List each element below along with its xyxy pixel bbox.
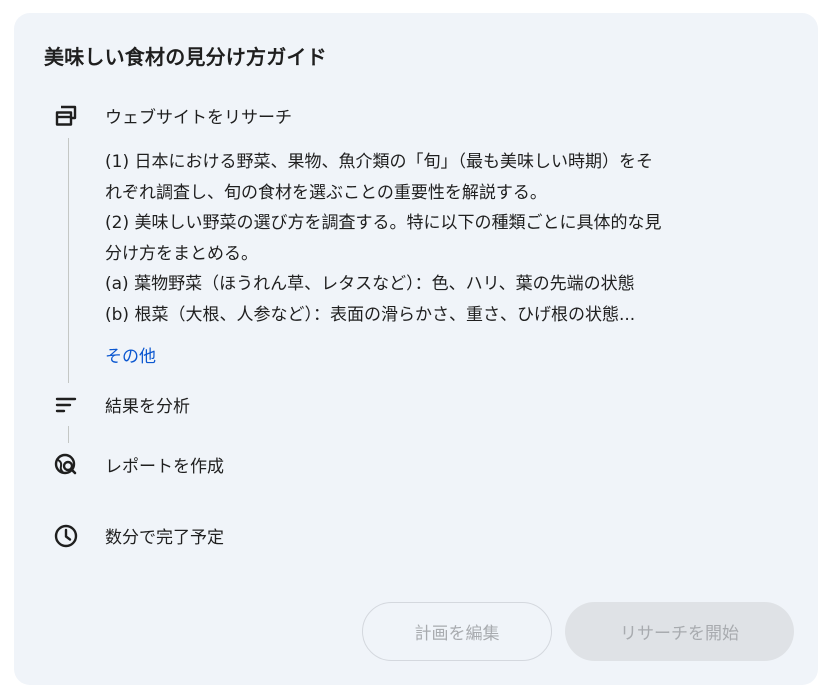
browser-windows-icon — [52, 102, 80, 130]
plan-line: (b) 根菜（大根、人参など）：表面の滑らかさ、重さ、ひげ根の状態... — [105, 304, 636, 325]
plan-line: 分け方をまとめる。 — [105, 243, 258, 264]
analysis-lines-icon — [52, 391, 80, 419]
step-connector-line — [68, 138, 69, 383]
start-research-button[interactable]: リサーチを開始 — [565, 602, 794, 661]
research-plan-card: 美味しい食材の見分け方ガイド ウェブサイトをリサーチ (1) 日本における野菜、… — [14, 13, 818, 685]
step-connector-line — [68, 426, 69, 443]
plan-line: (1) 日本における野菜、果物、魚介類の「旬」（最も美味しい時期）をそ — [105, 152, 653, 172]
research-plan-text: (1) 日本における野菜、果物、魚介類の「旬」（最も美味しい時期）をそ れぞれ調… — [105, 147, 785, 330]
plan-line: れぞれ調査し、旬の食材を選ぶことの重要性を解説する。 — [105, 182, 547, 203]
plan-line: (a) 葉物野菜（ほうれん草、レタスなど）：色、ハリ、葉の先端の状態 — [105, 274, 635, 294]
step-create-report: レポートを作成 — [105, 457, 224, 477]
plan-title: 美味しい食材の見分け方ガイド — [44, 45, 327, 69]
clock-icon — [52, 522, 80, 550]
step-research-websites: ウェブサイトをリサーチ — [105, 108, 292, 128]
show-more-link[interactable]: その他 — [105, 342, 156, 367]
plan-line: (2) 美味しい野菜の選び方を調査する。特に以下の種類ごとに具体的な見 — [105, 213, 662, 233]
globe-search-icon — [52, 451, 80, 479]
edit-plan-button[interactable]: 計画を編集 — [362, 602, 552, 661]
step-analyze-results: 結果を分析 — [105, 397, 190, 417]
completion-estimate: 数分で完了予定 — [105, 528, 224, 548]
